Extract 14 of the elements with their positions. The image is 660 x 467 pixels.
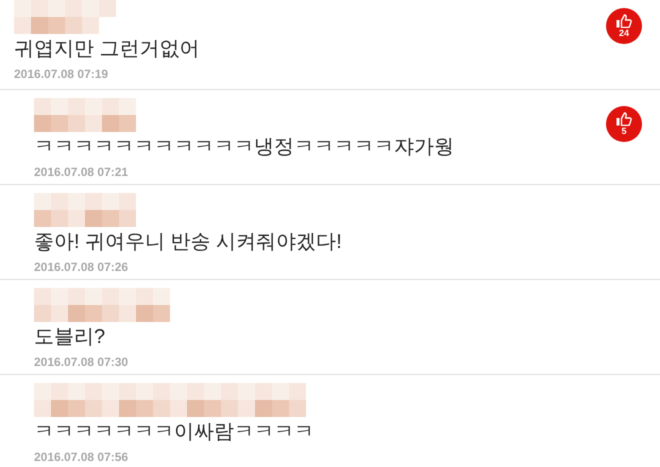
like-badge[interactable]: 24 bbox=[606, 8, 642, 44]
comment-date: 2016.07.08 07:21 bbox=[34, 164, 128, 181]
comment-date: 2016.07.08 07:19 bbox=[14, 66, 108, 83]
thumbs-up-icon bbox=[616, 112, 632, 126]
comment-text: ㅋㅋㅋㅋㅋㅋㅋㅋㅋㅋㅋ냉정ㅋㅋㅋㅋㅋ쟈가웡 bbox=[34, 135, 454, 160]
comment-text: ㅋㅋㅋㅋㅋㅋㅋ이싸람ㅋㅋㅋㅋ bbox=[34, 420, 314, 445]
comment-text: 좋아! 귀여우니 반송 시켜줘야겠다! bbox=[34, 230, 342, 255]
like-badge[interactable]: 5 bbox=[606, 106, 642, 142]
comment-date: 2016.07.08 07:56 bbox=[34, 449, 128, 466]
comment-date: 2016.07.08 07:30 bbox=[34, 354, 128, 371]
comment-text: 귀엽지만 그런거없어 bbox=[14, 37, 200, 62]
comment-date: 2016.07.08 07:26 bbox=[34, 259, 128, 276]
thumbs-up-icon bbox=[616, 14, 632, 28]
comment-text: 도블리? bbox=[34, 325, 106, 350]
